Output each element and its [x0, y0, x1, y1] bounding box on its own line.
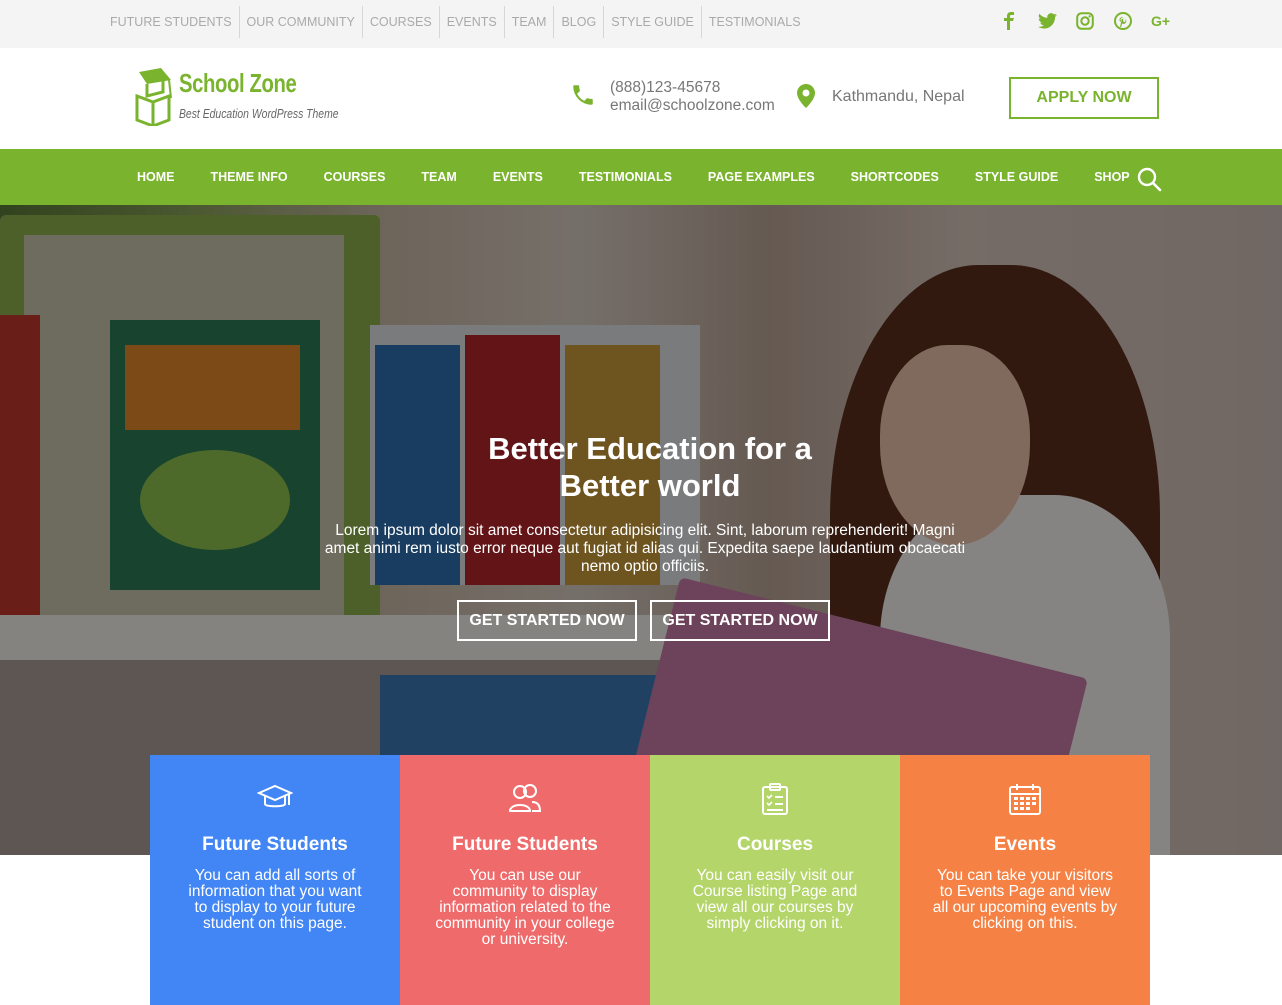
feature-text: You can take your visitors to Events Pag…: [932, 867, 1118, 932]
nav-item-page-examples[interactable]: PAGE EXAMPLES: [690, 170, 833, 184]
get-started-button-2[interactable]: GET STARTED NOW: [650, 600, 830, 641]
site-logo[interactable]: School Zone Best Education WordPress The…: [133, 66, 339, 131]
facebook-icon[interactable]: [990, 8, 1028, 34]
pinterest-icon[interactable]: [1104, 8, 1142, 34]
nav-item-shortcodes[interactable]: SHORTCODES: [833, 170, 957, 184]
nav-item-testimonials[interactable]: TESTIMONIALS: [561, 170, 690, 184]
nav-item-courses[interactable]: COURSES: [306, 170, 404, 184]
email-address[interactable]: email@schoolzone.com: [610, 97, 775, 115]
search-icon[interactable]: [1136, 166, 1162, 197]
main-nav: HOME THEME INFO COURSES TEAM EVENTS TEST…: [0, 149, 1282, 205]
site-header: School Zone Best Education WordPress The…: [0, 48, 1282, 149]
feature-title: Events: [993, 834, 1057, 855]
nav-item-team[interactable]: TEAM: [403, 170, 474, 184]
twitter-icon[interactable]: [1028, 8, 1066, 34]
google-plus-icon[interactable]: G+: [1142, 8, 1180, 34]
users-icon: [400, 783, 650, 813]
feature-text: You can use our community to display inf…: [435, 867, 615, 948]
top-bar: FUTURE STUDENTS OUR COMMUNITY COURSES EV…: [0, 0, 1282, 48]
feature-text: You can easily visit our Course listing …: [692, 867, 858, 932]
calendar-icon: [900, 783, 1150, 815]
logo-title: School Zone: [179, 68, 297, 98]
feature-box-courses[interactable]: Courses You can easily visit our Course …: [650, 755, 900, 1005]
feature-boxes: Future Students You can add all sorts of…: [150, 755, 1150, 1005]
feature-title: Courses: [736, 834, 814, 855]
clipboard-icon: [650, 783, 900, 815]
graduation-cap-icon: [150, 783, 400, 813]
feature-title: Future Students: [452, 834, 598, 855]
feature-text: You can add all sorts of information tha…: [188, 867, 362, 932]
hero-title: Better Education for a Better world: [440, 430, 860, 504]
instagram-icon[interactable]: [1066, 8, 1104, 34]
nav-item-theme-info[interactable]: THEME INFO: [193, 170, 306, 184]
svg-text:G+: G+: [1151, 14, 1170, 28]
feature-title: Future Students: [202, 834, 348, 855]
nav-menu: HOME THEME INFO COURSES TEAM EVENTS TEST…: [119, 149, 1148, 205]
school-logo-icon: [133, 68, 175, 131]
hero-description: Lorem ipsum dolor sit amet consectetur a…: [324, 522, 966, 575]
top-link-courses[interactable]: COURSES: [361, 6, 439, 38]
top-link-blog[interactable]: BLOG: [553, 6, 603, 38]
top-link-style-guide[interactable]: STYLE GUIDE: [603, 6, 701, 38]
top-link-future-students[interactable]: FUTURE STUDENTS: [107, 6, 239, 38]
top-link-our-community[interactable]: OUR COMMUNITY: [238, 6, 362, 38]
hero-title-line1: Better Education for a: [488, 431, 812, 466]
top-links: FUTURE STUDENTS OUR COMMUNITY COURSES EV…: [107, 6, 808, 38]
get-started-button-1[interactable]: GET STARTED NOW: [457, 600, 637, 641]
contact-info: (888)123-45678 email@schoolzone.com: [610, 79, 775, 115]
phone-number[interactable]: (888)123-45678: [610, 79, 775, 97]
nav-item-home[interactable]: HOME: [119, 170, 193, 184]
feature-box-community[interactable]: Future Students You can use our communit…: [400, 755, 650, 1005]
nav-item-events[interactable]: EVENTS: [475, 170, 561, 184]
social-links: G+: [990, 8, 1180, 34]
location-pin-icon: [797, 84, 815, 113]
top-link-team[interactable]: TEAM: [503, 6, 554, 38]
logo-tagline: Best Education WordPress Theme: [179, 106, 339, 121]
phone-icon: [570, 82, 596, 113]
feature-box-events[interactable]: Events You can take your visitors to Eve…: [900, 755, 1150, 1005]
apply-now-button[interactable]: APPLY NOW: [1009, 77, 1159, 119]
hero-title-line2: Better world: [559, 468, 741, 503]
location-text: Kathmandu, Nepal: [832, 88, 965, 105]
nav-item-style-guide[interactable]: STYLE GUIDE: [957, 170, 1076, 184]
feature-box-future-students[interactable]: Future Students You can add all sorts of…: [150, 755, 400, 1005]
top-link-events[interactable]: EVENTS: [438, 6, 504, 38]
top-link-testimonials[interactable]: TESTIMONIALS: [700, 6, 808, 38]
